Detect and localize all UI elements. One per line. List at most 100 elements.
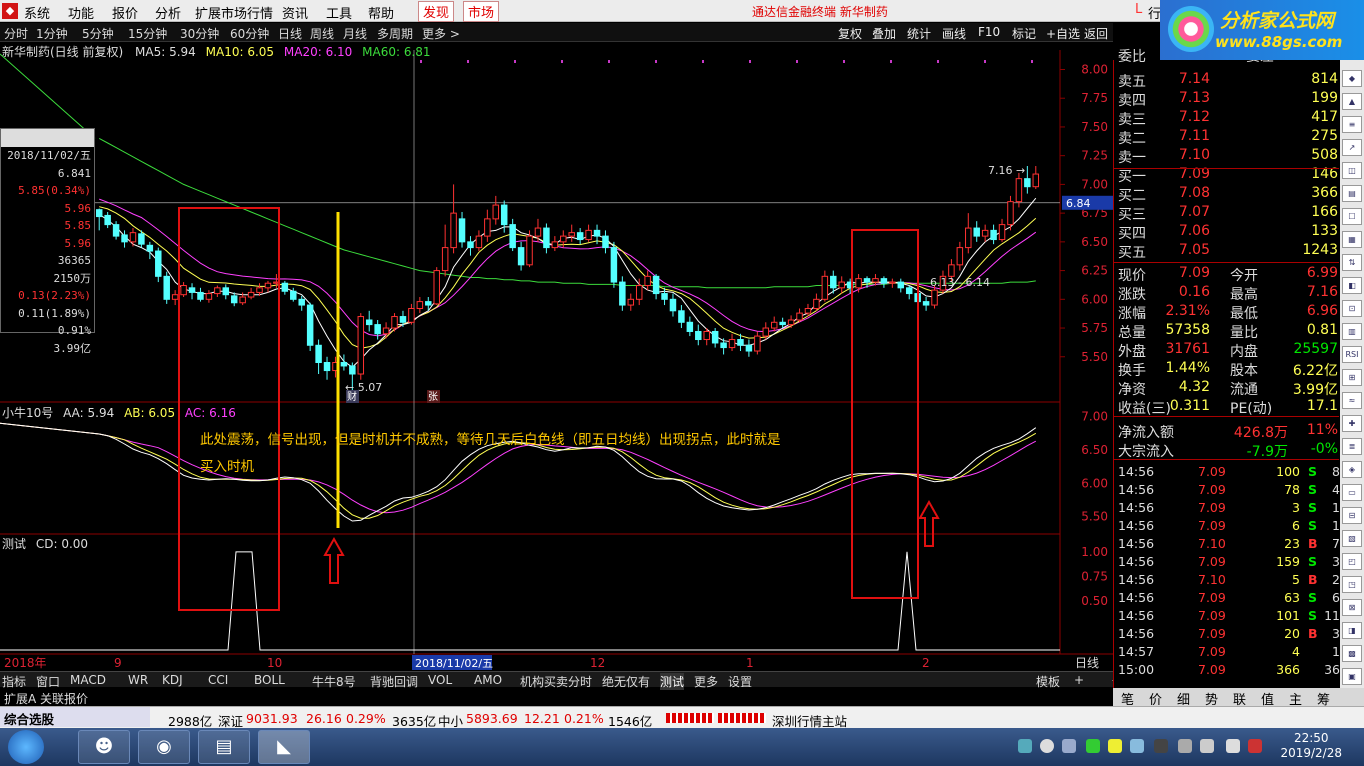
menu-discover[interactable]: 发现 (418, 1, 455, 22)
menu-quote[interactable]: 报价 (112, 3, 138, 22)
side-tool-icon[interactable]: ◨ (1342, 622, 1362, 639)
network-tray-icon[interactable] (1018, 739, 1032, 753)
qq-app-icon[interactable]: ☻ (78, 730, 130, 764)
app-tray-icon[interactable] (1108, 739, 1122, 753)
cursor-data-window[interactable]: 2018/11/02/五 6.841 5.85(0.34%) 5.96 5.85… (0, 128, 95, 355)
side-tool-icon[interactable]: ▲ (1342, 93, 1362, 110)
side-tool-icon[interactable]: ⊞ (1342, 369, 1362, 386)
indicator-tab-10[interactable]: AMO (474, 673, 502, 687)
indicator-tab-6[interactable]: BOLL (254, 673, 285, 687)
restore-rights-button[interactable]: 复权 (838, 25, 862, 42)
period-1min[interactable]: 1分钟 (36, 25, 68, 42)
period-60min[interactable]: 60分钟 (230, 25, 269, 42)
system-clock[interactable]: 22:50 2019/2/28 (1280, 731, 1342, 761)
data-window-header[interactable] (1, 129, 94, 147)
orderbook-row[interactable]: 买四 7.06 133 (1118, 223, 1338, 242)
f10-button[interactable]: F10 (978, 25, 1000, 39)
indicator-tab-0[interactable]: 指标 (2, 673, 26, 690)
start-button[interactable] (8, 730, 44, 764)
mark-button[interactable]: 标记 (1012, 25, 1036, 42)
side-tool-icon[interactable]: ▤ (1342, 185, 1362, 202)
indicator-tab-3[interactable]: WR (128, 673, 148, 687)
side-tool-icon[interactable]: ⊟ (1342, 507, 1362, 524)
side-tool-icon[interactable]: ◆ (1342, 70, 1362, 87)
stats-button[interactable]: 统计 (907, 25, 931, 42)
indicator-tab-11[interactable]: 机构买卖分时 (520, 673, 592, 690)
side-tool-icon[interactable]: ⇅ (1342, 254, 1362, 271)
period-tick[interactable]: 分时 (4, 25, 28, 42)
side-tool-icon[interactable]: ≈ (1342, 392, 1362, 409)
menu-extended-market[interactable]: 扩展市场行情 (195, 3, 273, 22)
indicator-tab-5[interactable]: CCI (208, 673, 228, 687)
ime-tray-icon[interactable] (1248, 739, 1262, 753)
monitor-tray-icon[interactable] (1154, 739, 1168, 753)
menu-help[interactable]: 帮助 (368, 3, 394, 22)
flag-tray-icon[interactable] (1200, 739, 1214, 753)
menu-news[interactable]: 资讯 (282, 3, 308, 22)
side-tool-icon[interactable]: ⊡ (1342, 300, 1362, 317)
browser-app-icon[interactable]: ◉ (138, 730, 190, 764)
side-tool-icon[interactable]: ≡ (1342, 116, 1362, 133)
menu-tools[interactable]: 工具 (326, 3, 352, 22)
side-tool-icon[interactable]: ◧ (1342, 277, 1362, 294)
side-tool-icon[interactable]: ◰ (1342, 553, 1362, 570)
indicator-tab-7[interactable]: 牛牛8号 (312, 673, 356, 690)
period-daily[interactable]: 日线 (278, 25, 302, 42)
period-monthly[interactable]: 月线 (343, 25, 367, 42)
side-tool-icon[interactable]: ↗ (1342, 139, 1362, 156)
volume-tray-icon[interactable] (1178, 739, 1192, 753)
tdx-app-icon[interactable]: ◣ (258, 730, 310, 764)
side-tool-icon[interactable]: ▧ (1342, 530, 1362, 547)
extended-quote-label[interactable]: 扩展A 关联报价 (4, 690, 88, 707)
side-tool-icon[interactable]: ▭ (1342, 484, 1362, 501)
indicator-tab-12[interactable]: 绝无仅有 (602, 673, 650, 690)
menu-system[interactable]: 系统 (24, 3, 50, 22)
orderbook-row[interactable]: 卖一 7.10 508 (1118, 147, 1338, 166)
side-tool-icon[interactable]: ▥ (1342, 323, 1362, 340)
indicator-tab-8[interactable]: 背驰回调 (370, 673, 418, 690)
side-tool-icon[interactable]: ✚ (1342, 415, 1362, 432)
indicator-tab-2[interactable]: MACD (70, 673, 106, 687)
side-tool-icon[interactable]: ≣ (1342, 438, 1362, 455)
overlay-button[interactable]: 叠加 (872, 25, 896, 42)
side-tool-icon[interactable]: RSI (1342, 346, 1362, 363)
orderbook-row[interactable]: 卖三 7.12 417 (1118, 109, 1338, 128)
security-tray-icon[interactable] (1086, 739, 1100, 753)
side-tool-icon[interactable]: ◳ (1342, 576, 1362, 593)
side-tool-icon[interactable]: ▦ (1342, 231, 1362, 248)
kline-chart[interactable]: 8.007.757.507.257.006.756.506.256.005.75… (0, 42, 1113, 672)
stock-picker-panel[interactable]: 综合选股 (0, 707, 150, 727)
menu-function[interactable]: 功能 (68, 3, 94, 22)
orderbook-row[interactable]: 卖四 7.13 199 (1118, 90, 1338, 109)
indicator-tab-13[interactable]: 测试 (660, 673, 685, 690)
indicator-tab-1[interactable]: 窗口 (36, 673, 60, 690)
tabs-right-1[interactable]: + (1074, 673, 1084, 687)
speaker-tray-icon[interactable] (1226, 739, 1240, 753)
side-tool-icon[interactable]: ▣ (1342, 668, 1362, 685)
side-tool-icon[interactable]: ⊠ (1342, 599, 1362, 616)
side-tool-icon[interactable]: ▩ (1342, 645, 1362, 662)
indicator-tab-14[interactable]: 更多 (694, 673, 718, 690)
stock-app-icon[interactable]: ▤ (198, 730, 250, 764)
menu-market[interactable]: 市场 (463, 1, 500, 22)
period-15min[interactable]: 15分钟 (128, 25, 167, 42)
menu-analysis[interactable]: 分析 (155, 3, 181, 22)
draw-button[interactable]: 画线 (942, 25, 966, 42)
orderbook-row[interactable]: 买二 7.08 366 (1118, 185, 1338, 204)
add-watchlist-button[interactable]: +自选 (1046, 25, 1080, 42)
period-more[interactable]: 更多 > (422, 25, 460, 42)
back-button[interactable]: 返回 (1084, 25, 1108, 42)
period-30min[interactable]: 30分钟 (180, 25, 219, 42)
period-multi[interactable]: 多周期 (377, 25, 413, 42)
side-tool-icon[interactable]: ☐ (1342, 208, 1362, 225)
indicator-tab-4[interactable]: KDJ (162, 673, 183, 687)
period-5min[interactable]: 5分钟 (82, 25, 114, 42)
side-tool-icon[interactable]: ◈ (1342, 461, 1362, 478)
orderbook-row[interactable]: 买五 7.05 1243 (1118, 242, 1338, 261)
orderbook-row[interactable]: 卖二 7.11 275 (1118, 128, 1338, 147)
orderbook-row[interactable]: 卖五 7.14 814 (1118, 71, 1338, 90)
indicator-tab-9[interactable]: VOL (428, 673, 452, 687)
period-weekly[interactable]: 周线 (310, 25, 334, 42)
orderbook-row[interactable]: 买三 7.07 166 (1118, 204, 1338, 223)
help-tray-icon[interactable] (1040, 739, 1054, 753)
